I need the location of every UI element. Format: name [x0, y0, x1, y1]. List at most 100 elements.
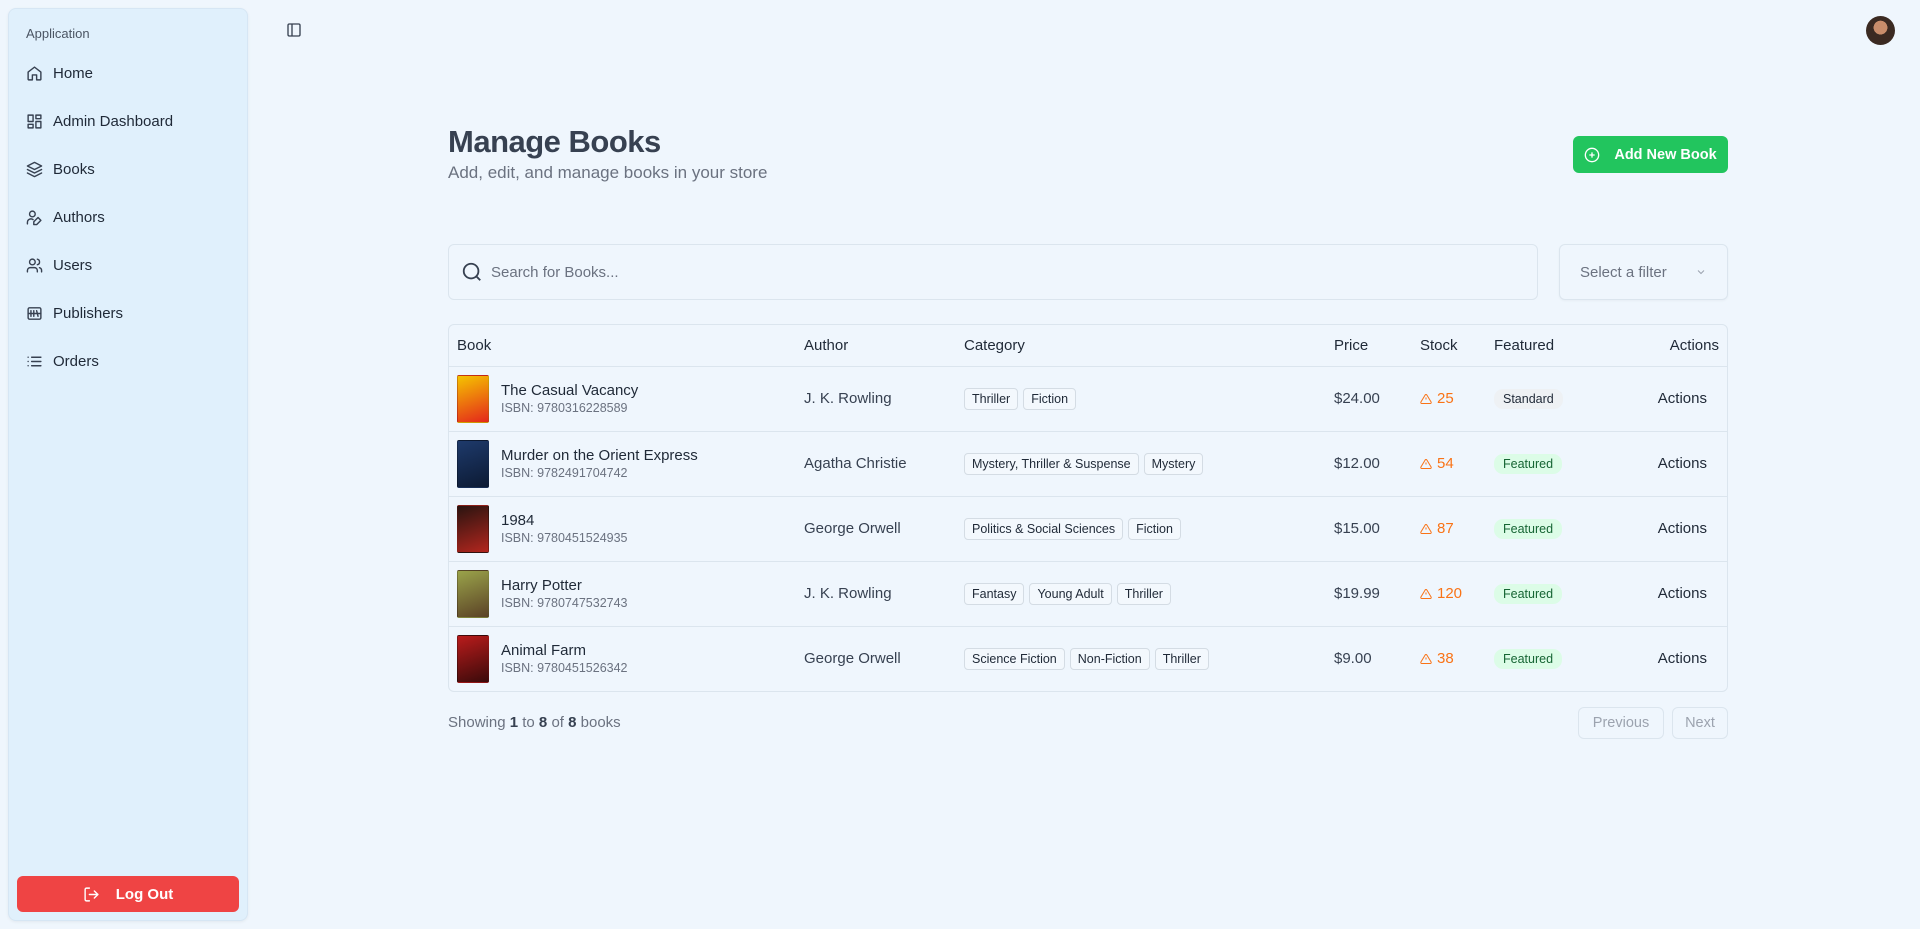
- book-cover-image: [457, 504, 489, 553]
- stock-count: 54: [1437, 455, 1454, 472]
- status-badge: Featured: [1494, 518, 1563, 539]
- stock-count: 87: [1437, 520, 1454, 537]
- stock-count: 120: [1437, 585, 1463, 602]
- status-badge: Featured: [1494, 648, 1563, 669]
- actions-cell: Actions: [1616, 626, 1727, 691]
- category-tag: Fiction: [1023, 387, 1077, 410]
- book-isbn: ISBN: 9780451524935: [501, 531, 628, 545]
- book-title: Murder on the Orient Express: [501, 447, 698, 464]
- price-cell: $9.00: [1334, 650, 1372, 668]
- price-cell: $12.00: [1326, 431, 1412, 497]
- table-row: 1984 ISBN: 9780451524935 George Orwell P…: [449, 496, 1727, 562]
- actions-cell: Actions: [1616, 366, 1727, 432]
- category-cell: Fantasy Young Adult Thriller: [956, 561, 1326, 627]
- sidebar-item-orders[interactable]: Orders: [17, 343, 241, 379]
- author-cell: Agatha Christie: [796, 431, 956, 497]
- featured-cell: Featured: [1486, 496, 1616, 562]
- logout-icon: [84, 886, 99, 902]
- add-new-book-button[interactable]: Add New Book: [1573, 136, 1728, 173]
- book-title: 1984: [501, 512, 535, 529]
- category-tag: Fiction: [1128, 517, 1181, 540]
- row-actions-button[interactable]: Actions: [1658, 585, 1707, 602]
- warning-triangle-icon: [1420, 458, 1432, 469]
- showing-to: 8: [538, 714, 548, 731]
- stock-cell: 54: [1412, 431, 1486, 497]
- filter-select-placeholder: Select a filter: [1580, 263, 1667, 281]
- column-header-category[interactable]: Category: [956, 325, 1326, 367]
- featured-cell: Featured: [1486, 626, 1616, 691]
- sidebar-item-admin-dashboard[interactable]: Admin Dashboard: [17, 103, 241, 139]
- category-tag: Thriller: [1116, 582, 1171, 605]
- status-badge: Featured: [1494, 583, 1563, 604]
- sidebar-item-home[interactable]: Home: [17, 55, 241, 91]
- category-tag: Thriller: [1154, 647, 1209, 670]
- book-cover-image: [457, 439, 489, 488]
- page-subtitle: Add, edit, and manage books in your stor…: [448, 163, 768, 182]
- price-cell: $15.00: [1326, 496, 1412, 562]
- category-tag: Non-Fiction: [1069, 647, 1150, 670]
- dashboard-icon: [27, 113, 42, 129]
- warning-triangle-icon: [1420, 653, 1432, 664]
- showing-prefix: Showing: [448, 714, 506, 731]
- sidebar-item-users[interactable]: Users: [17, 247, 241, 283]
- page-title: Manage Books: [448, 124, 661, 159]
- sidebar-toggle-button[interactable]: [283, 19, 305, 41]
- book-cell: Harry Potter ISBN: 9780747532743: [449, 561, 796, 627]
- table-row: The Casual Vacancy ISBN: 9780316228589 J…: [449, 366, 1727, 432]
- category-tag: Fantasy: [964, 582, 1025, 605]
- add-new-book-label: Add New Book: [1614, 146, 1717, 163]
- category-cell: Mystery, Thriller & Suspense Mystery: [956, 431, 1326, 497]
- warning-triangle-icon: [1420, 523, 1432, 534]
- sidebar-item-authors[interactable]: Authors: [17, 199, 241, 235]
- sidebar-item-publishers[interactable]: Publishers: [17, 295, 241, 331]
- book-isbn: ISBN: 9780316228589: [501, 401, 628, 415]
- pagination-summary: Showing 1 to 8 of 8 books: [448, 714, 621, 731]
- row-actions-button[interactable]: Actions: [1658, 455, 1707, 472]
- sidebar-group-label: Application: [26, 26, 90, 41]
- chevron-down-icon: [1697, 270, 1705, 275]
- author-cell: George Orwell: [796, 496, 956, 562]
- sidebar-item-label: Publishers: [53, 304, 124, 322]
- sidebar-item-books[interactable]: Books: [17, 151, 241, 187]
- column-header-stock[interactable]: Stock: [1412, 325, 1486, 367]
- category-tag: Thriller: [964, 387, 1019, 410]
- search-input[interactable]: [491, 263, 1491, 281]
- author-cell: George Orwell: [804, 650, 901, 668]
- row-actions-button[interactable]: Actions: [1658, 520, 1707, 537]
- sidebar-item-label: Admin Dashboard: [53, 112, 174, 130]
- book-cover-image: [457, 634, 489, 683]
- book-title: Harry Potter: [501, 577, 582, 594]
- author-cell: J. K. Rowling: [796, 561, 956, 627]
- actions-cell: Actions: [1616, 561, 1727, 627]
- avatar[interactable]: [1866, 16, 1895, 45]
- warning-triangle-icon: [1420, 393, 1432, 404]
- column-header-featured[interactable]: Featured: [1486, 325, 1616, 367]
- category-tag: Mystery: [1143, 452, 1204, 475]
- stock-cell: 25: [1412, 366, 1486, 432]
- category-cell: Thriller Fiction: [956, 366, 1326, 432]
- previous-page-button[interactable]: Previous: [1578, 707, 1664, 739]
- plus-circle-icon: [1585, 147, 1600, 162]
- next-page-button[interactable]: Next: [1672, 707, 1728, 739]
- row-actions-button[interactable]: Actions: [1658, 390, 1707, 407]
- column-header-price[interactable]: Price: [1326, 325, 1412, 367]
- sidebar-item-label: Orders: [53, 352, 99, 370]
- stock-count: 25: [1437, 390, 1454, 407]
- price-cell: $19.99: [1326, 561, 1412, 627]
- column-header-author[interactable]: Author: [796, 325, 956, 367]
- search-box: [448, 244, 1538, 300]
- showing-from: 1: [509, 714, 519, 731]
- featured-cell: Standard: [1486, 366, 1616, 432]
- panel-left-icon: [287, 23, 301, 37]
- book-isbn: ISBN: 9780451526342: [501, 661, 628, 676]
- stock-cell: 38: [1412, 626, 1486, 691]
- logout-button[interactable]: Log Out: [17, 876, 239, 912]
- row-actions-button[interactable]: Actions: [1658, 650, 1707, 667]
- books-table: Book Author Category Price Stock Feature…: [448, 324, 1728, 692]
- column-header-book[interactable]: Book: [449, 325, 796, 367]
- book-cell: The Casual Vacancy ISBN: 9780316228589: [449, 366, 796, 432]
- book-cover-image: [457, 569, 489, 618]
- filter-select[interactable]: Select a filter: [1559, 244, 1728, 300]
- library-icon: [27, 306, 42, 320]
- warning-triangle-icon: [1420, 588, 1432, 599]
